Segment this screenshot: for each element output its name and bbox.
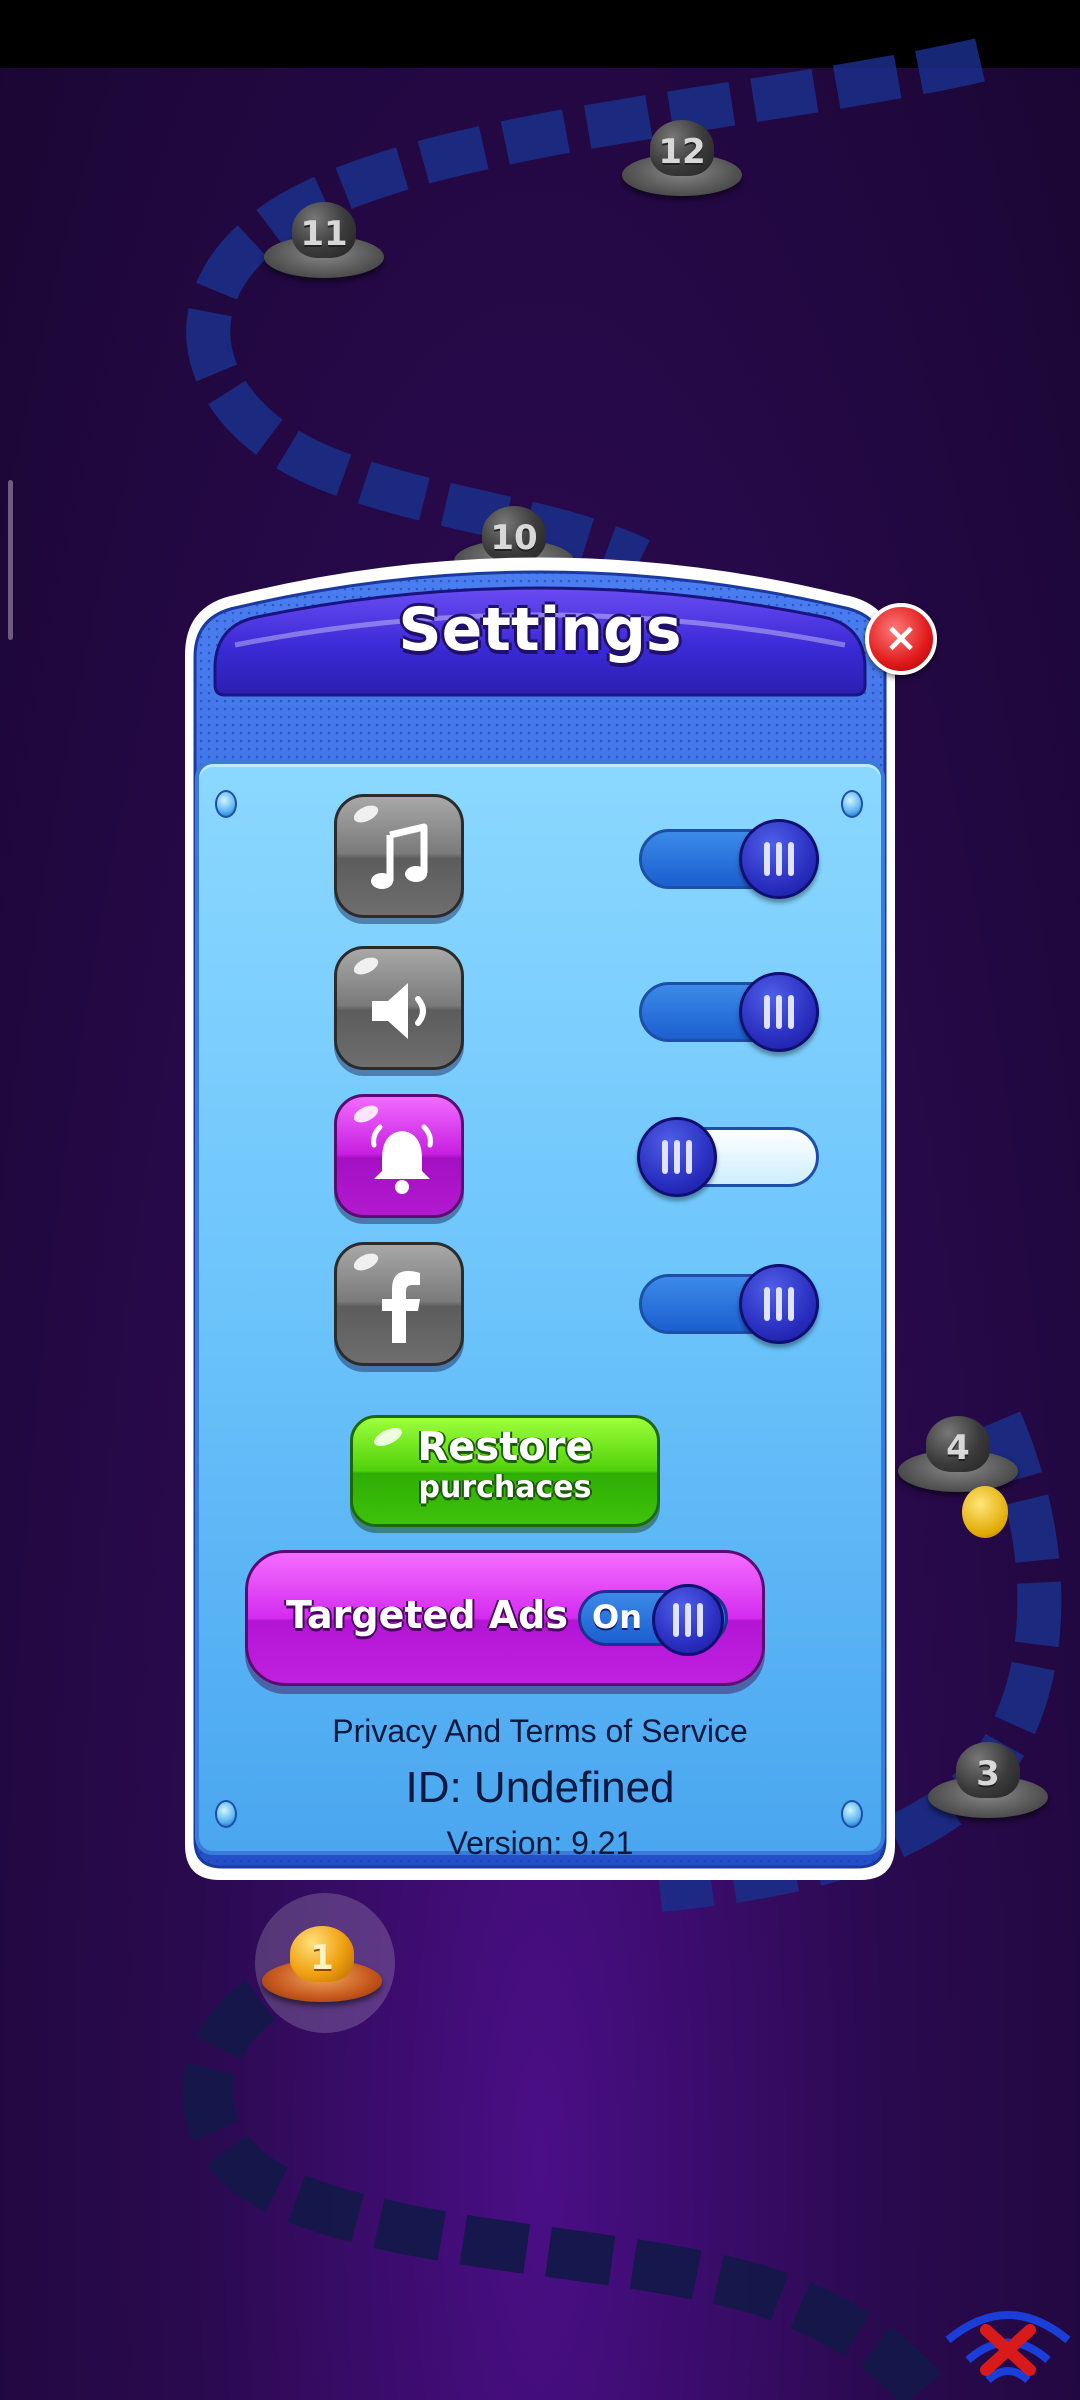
level-node-11[interactable]: 11 (264, 188, 384, 278)
bell-icon (371, 1124, 433, 1194)
speaker-icon (372, 983, 426, 1039)
rivet-top-left (215, 790, 237, 818)
edge-panel-handle[interactable] (8, 480, 13, 640)
facebook-toggle[interactable] (639, 1264, 819, 1344)
rivet-top-right (841, 790, 863, 818)
settings-dialog: Settings × Restore purchaces Targeted Ad… (165, 545, 937, 1890)
no-connection-wifi-icon (945, 2311, 1071, 2384)
level-node-12[interactable]: 12 (622, 106, 742, 196)
dialog-title: Settings (398, 595, 682, 665)
sound-button[interactable] (334, 946, 464, 1070)
coin-icon (962, 1486, 1008, 1538)
close-button[interactable]: × (865, 603, 937, 675)
version-text: Version: 9.21 (446, 1825, 634, 1861)
targeted-ads-state: On (592, 1598, 642, 1636)
targeted-ads-button[interactable]: Targeted Ads On (245, 1550, 765, 1686)
music-button[interactable] (334, 794, 464, 918)
close-icon: × (884, 615, 918, 661)
targeted-ads-toggle[interactable]: On (578, 1584, 728, 1656)
targeted-ads-label: Targeted Ads (286, 1593, 568, 1637)
notifications-toggle[interactable] (637, 1117, 819, 1197)
sound-toggle[interactable] (639, 972, 819, 1052)
restore-label-line2: purchaces (418, 1470, 592, 1505)
facebook-button[interactable] (334, 1242, 464, 1366)
restore-purchases-button[interactable]: Restore purchaces (350, 1415, 660, 1527)
privacy-terms-link[interactable]: Privacy And Terms of Service (165, 1713, 915, 1750)
facebook-icon (382, 1271, 420, 1343)
user-id-text: ID: Undefined (405, 1763, 675, 1812)
music-toggle[interactable] (639, 819, 819, 899)
music-note-icon (371, 823, 428, 889)
level-node-1[interactable]: 1 (262, 1912, 382, 2002)
level-node-4[interactable]: 4 (898, 1402, 1018, 1492)
settings-panel (195, 760, 885, 1855)
level-node-3[interactable]: 3 (928, 1728, 1048, 1818)
notifications-button[interactable] (334, 1094, 464, 1218)
